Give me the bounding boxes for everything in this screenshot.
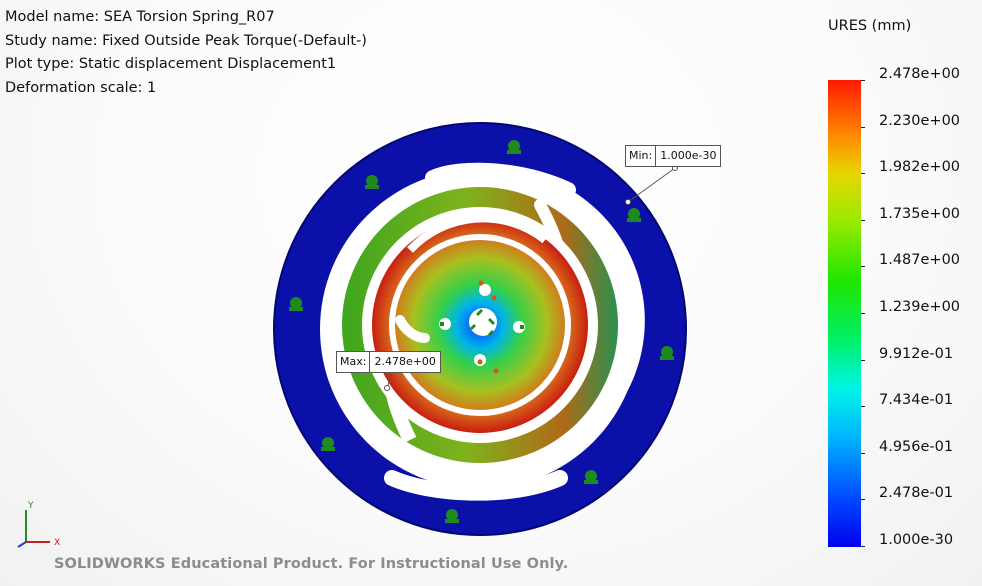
min-probe-key: Min: — [626, 146, 657, 166]
legend-tick — [861, 126, 865, 128]
legend-tick — [861, 173, 865, 175]
legend-label: 1.487e+00 — [879, 252, 961, 269]
legend-tick — [861, 219, 865, 221]
legend-tick — [861, 359, 865, 361]
legend-label: 1.239e+00 — [879, 299, 961, 315]
legend-tick — [861, 546, 865, 547]
legend-label: 7.434e-01 — [879, 392, 954, 409]
legend-label: 4.956e-01 — [879, 438, 954, 455]
legend-tick — [861, 313, 865, 314]
legend-label: 1.735e+00 — [879, 205, 961, 222]
legend-tick — [861, 406, 865, 408]
legend-tick — [861, 266, 865, 268]
max-probe-key: Max: — [337, 352, 371, 372]
legend-label: 1.982e+00 — [879, 159, 961, 176]
max-probe[interactable]: Max: 2.478e+00 — [336, 351, 441, 373]
triad-x-label: X — [54, 538, 60, 548]
legend-label: 2.478e-01 — [879, 485, 954, 502]
triad-y-label: Y — [27, 501, 34, 511]
triad-icon[interactable]: Y X — [14, 498, 74, 550]
legend-tick — [861, 452, 865, 454]
legend-label: 2.478e+00 — [879, 66, 961, 82]
legend-tick — [861, 80, 865, 81]
legend-color-bar — [828, 80, 861, 547]
load-icon — [440, 322, 444, 326]
legend-label: 1.000e-30 — [879, 532, 954, 548]
load-icon — [520, 325, 524, 329]
min-probe-value: 1.000e-30 — [660, 149, 717, 162]
legend-label: 2.230e+00 — [879, 112, 961, 129]
max-probe-value: 2.478e+00 — [374, 355, 436, 368]
watermark: SOLIDWORKS Educational Product. For Inst… — [54, 556, 569, 572]
legend-label: 9.912e-01 — [879, 345, 954, 362]
legend-title: URES (mm) — [828, 18, 912, 34]
min-probe[interactable]: Min: 1.000e-30 — [625, 145, 722, 167]
legend-tick — [861, 499, 865, 501]
